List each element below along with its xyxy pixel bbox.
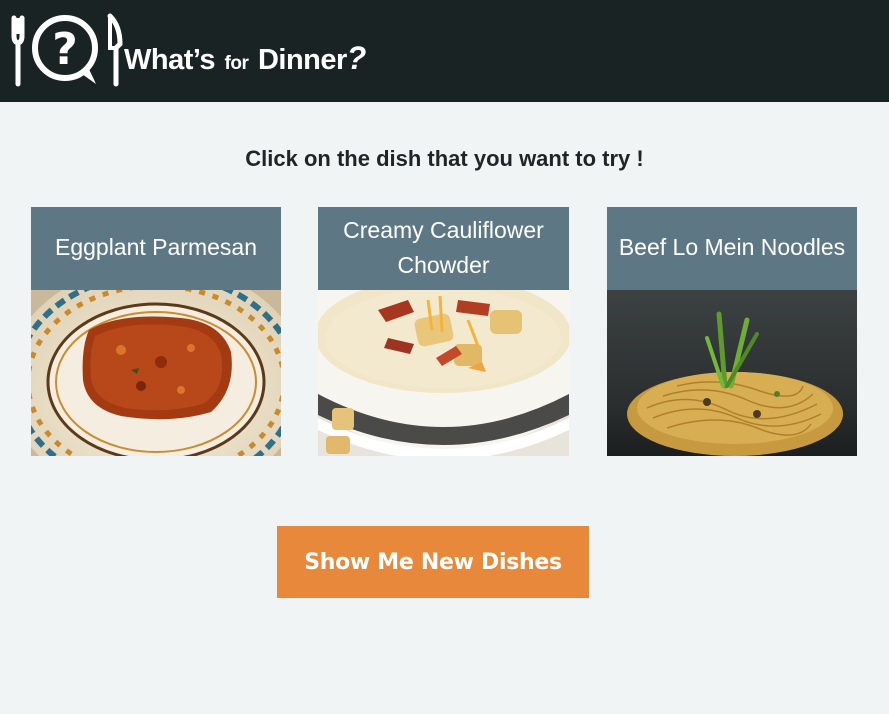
logo-word-whats: What’s xyxy=(124,44,215,76)
dish-card-beef-lo-mein[interactable]: Beef Lo Mein Noodles xyxy=(607,207,857,456)
dish-title: Beef Lo Mein Noodles xyxy=(607,207,857,290)
beef-lo-mein-image xyxy=(607,290,857,456)
logo-word-for: for xyxy=(224,53,249,74)
show-new-dishes-button[interactable]: Show Me New Dishes xyxy=(277,526,589,598)
dish-title: Eggplant Parmesan xyxy=(31,207,281,290)
dish-title: Creamy Cauliflower Chowder xyxy=(318,207,569,290)
page-prompt: Click on the dish that you want to try ! xyxy=(245,146,644,171)
site-header: ? What’s for Dinner? xyxy=(0,0,889,102)
svg-text:?: ? xyxy=(52,24,78,75)
dish-card-eggplant-parmesan[interactable]: Eggplant Parmesan xyxy=(31,207,281,456)
dish-card-cauliflower-chowder[interactable]: Creamy Cauliflower Chowder xyxy=(318,207,569,456)
cauliflower-chowder-image xyxy=(318,290,569,456)
eggplant-parmesan-image xyxy=(31,290,281,456)
fork-question-knife-icon: ? xyxy=(11,13,123,87)
logo-wordmark: What’s for Dinner? xyxy=(124,40,366,77)
logo-question-mark: ? xyxy=(346,40,367,76)
logo-word-dinner: Dinner xyxy=(257,44,347,76)
